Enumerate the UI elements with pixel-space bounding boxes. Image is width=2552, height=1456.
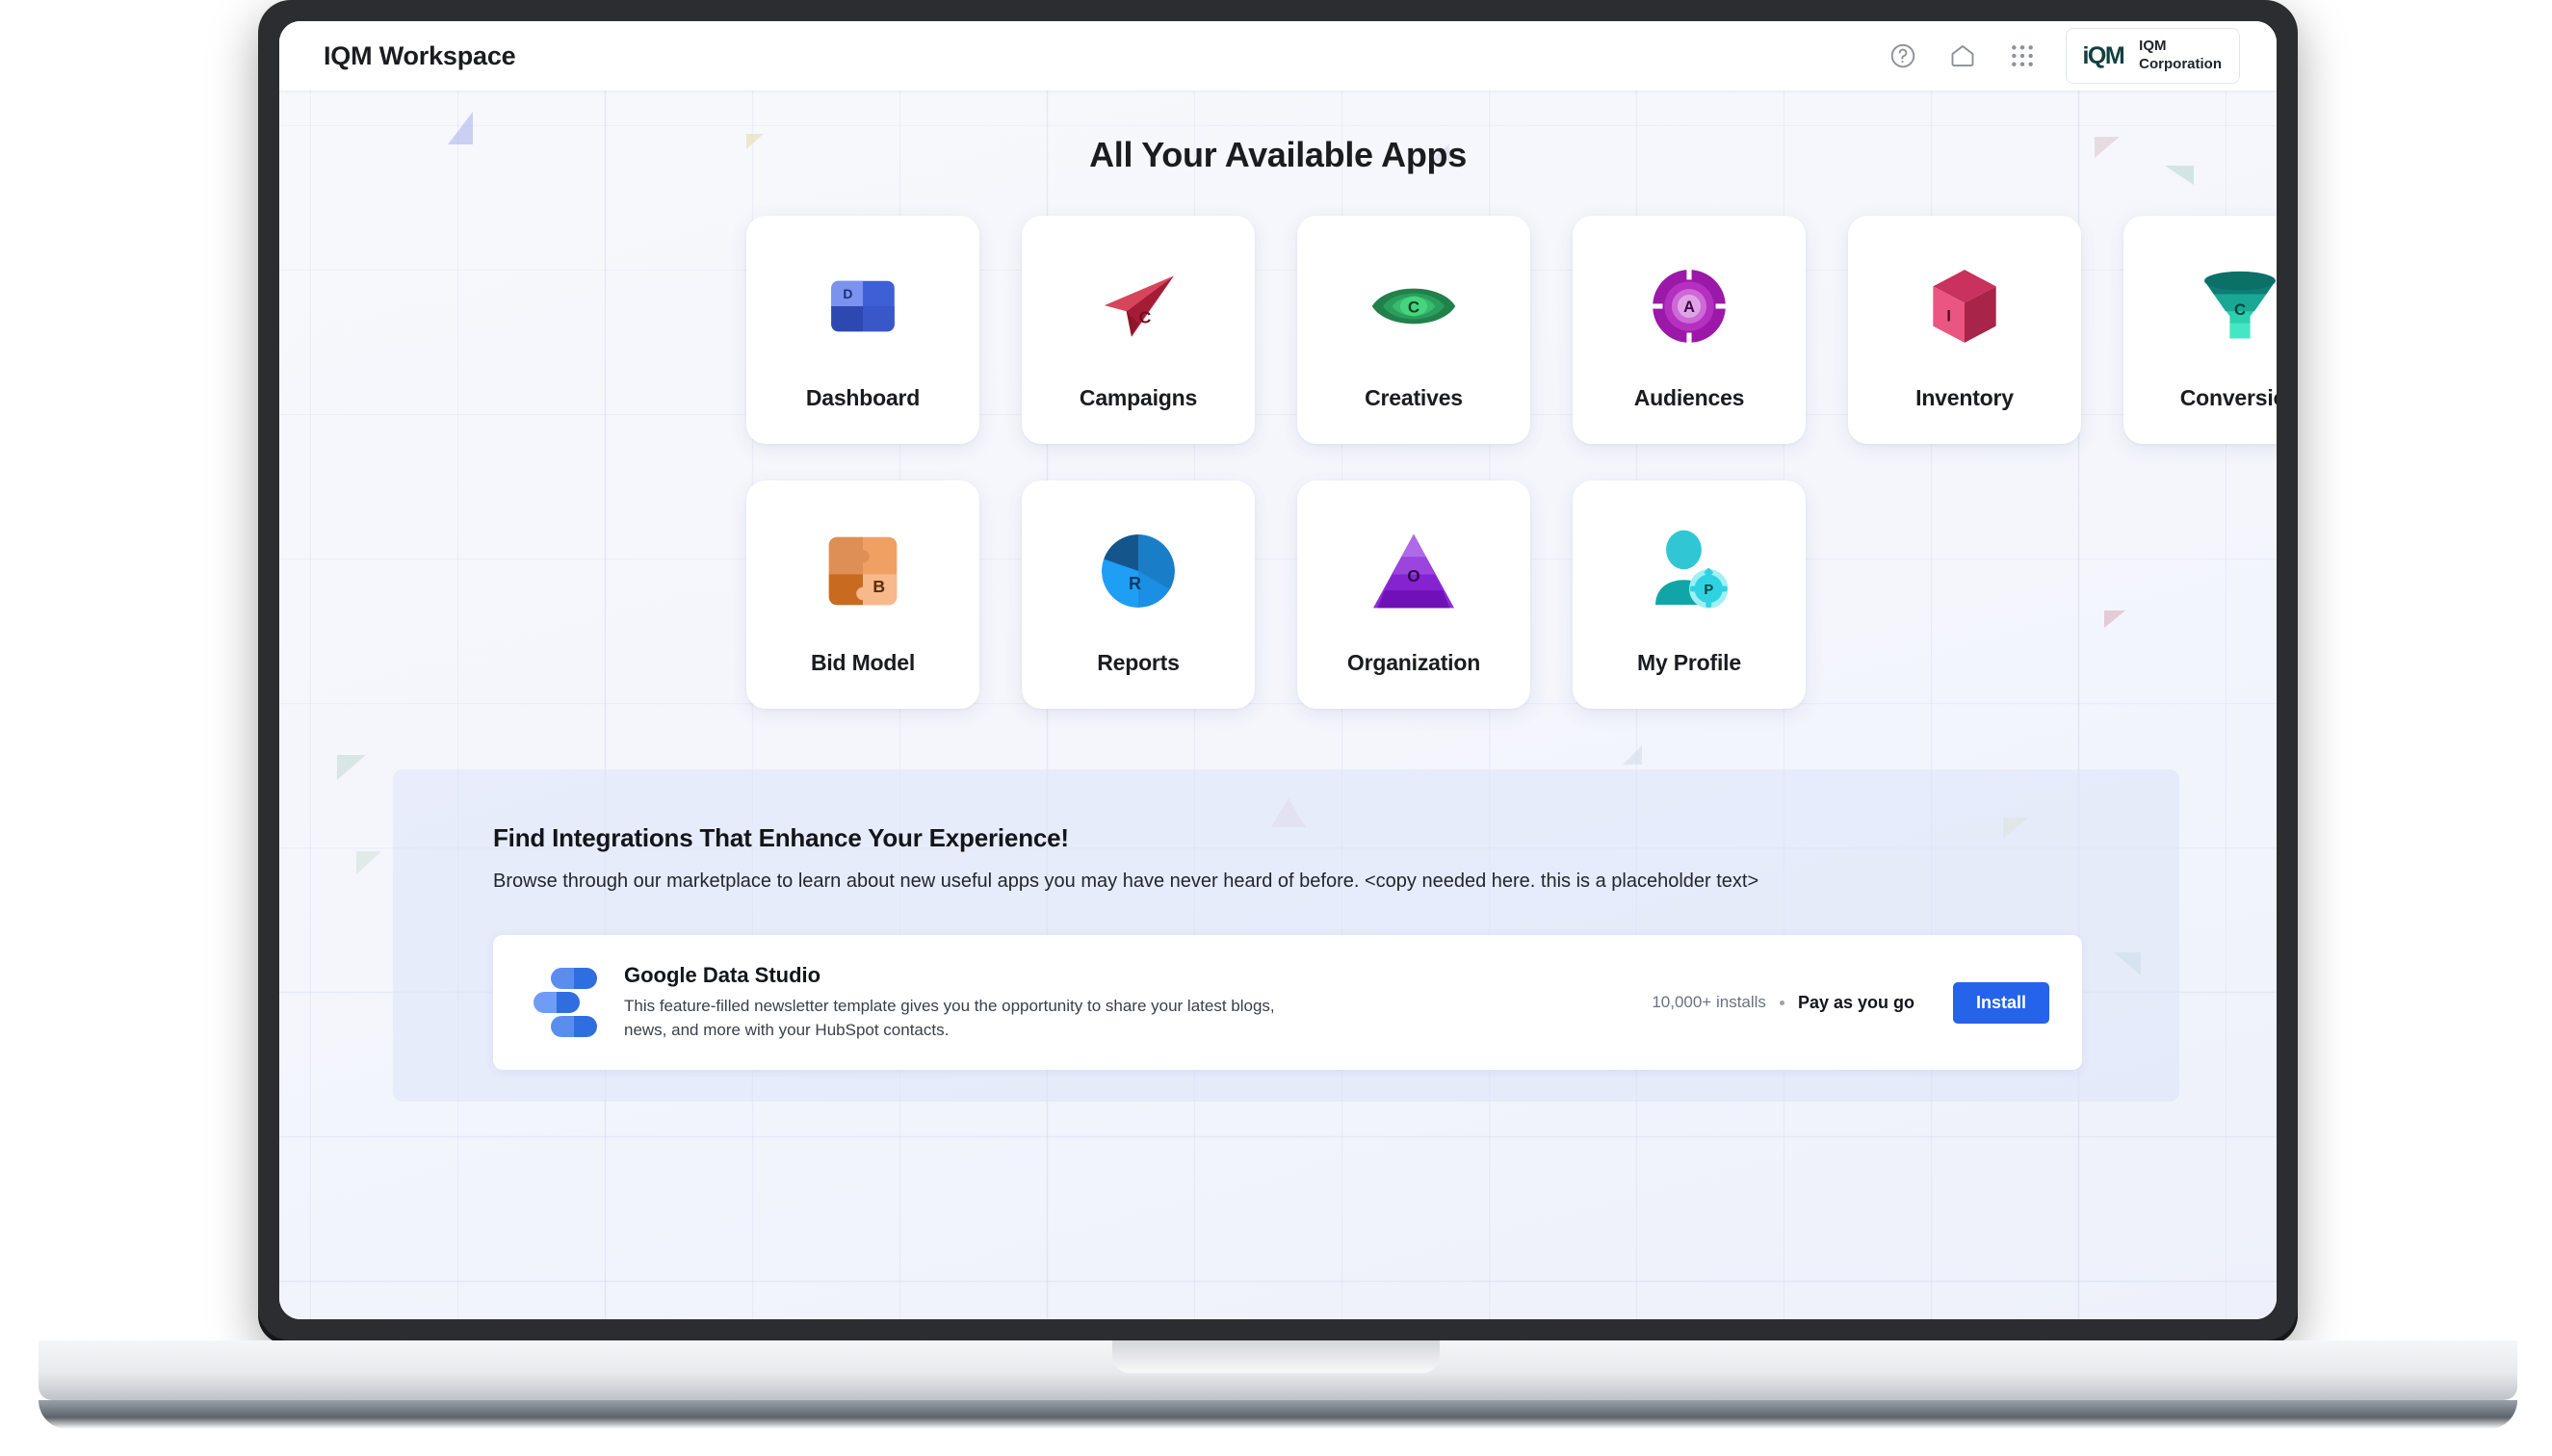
puzzle-piece-icon: B	[815, 523, 911, 619]
laptop-frame: IQM Workspace iQM IQM Corporation All Yo…	[258, 0, 2298, 1340]
app-label: Audiences	[1633, 385, 1745, 410]
pie-chart-icon: R	[1090, 523, 1186, 619]
funnel-icon: C	[2192, 258, 2277, 354]
header-actions: iQM IQM Corporation	[1887, 28, 2240, 84]
svg-text:A: A	[1683, 299, 1695, 316]
svg-text:C: C	[2234, 300, 2246, 319]
app-tile-reports[interactable]: R Reports	[1022, 481, 1255, 709]
page-title: IQM Workspace	[324, 40, 516, 70]
integrations-panel: Find Integrations That Enhance Your Expe…	[393, 769, 2179, 1102]
app-label: Reports	[1097, 650, 1180, 675]
org-name: IQM Corporation	[2139, 38, 2222, 74]
home-icon[interactable]	[1946, 39, 1979, 72]
integration-info: Google Data Studio This feature-filled n…	[624, 963, 1652, 1042]
app-label: Organization	[1346, 650, 1481, 675]
google-data-studio-logo	[534, 968, 599, 1037]
integration-name: Google Data Studio	[624, 962, 821, 987]
decor-triangle-icon	[1623, 745, 1642, 765]
app-label: Conversion	[2179, 385, 2277, 410]
svg-text:P: P	[1704, 583, 1713, 598]
laptop-screen: IQM Workspace iQM IQM Corporation All Yo…	[279, 21, 2277, 1319]
integrations-subtitle: Browse through our marketplace to learn …	[493, 871, 1759, 892]
org-name-line1: IQM	[2139, 38, 2167, 55]
integration-card[interactable]: Google Data Studio This feature-filled n…	[493, 935, 2082, 1070]
pricing-label: Pay as you go	[1797, 992, 1914, 1012]
app-label: Bid Model	[810, 650, 916, 675]
iqm-logo-icon: iQM	[2082, 41, 2124, 69]
dashboard-quadrant-icon: D	[815, 258, 911, 354]
app-tile-creatives[interactable]: C Creatives	[1297, 216, 1530, 444]
svg-text:R: R	[1129, 574, 1141, 593]
app-label: Creatives	[1365, 385, 1463, 410]
pyramid-icon: O	[1366, 523, 1462, 619]
org-switcher[interactable]: iQM IQM Corporation	[2066, 28, 2240, 84]
paper-plane-icon: C	[1090, 258, 1186, 354]
eye-icon: C	[1366, 258, 1462, 354]
main-canvas: All Your Available Apps D Dashboard C Ca…	[279, 91, 2277, 1319]
app-tile-audiences[interactable]: A Audiences	[1573, 216, 1806, 444]
install-count: 10,000+ installs	[1652, 993, 1766, 1011]
app-tile-conversion[interactable]: C Conversion	[2123, 216, 2277, 444]
cube-icon: I	[1916, 258, 2013, 354]
app-tile-my-profile[interactable]: P My Profile	[1573, 481, 1806, 709]
decor-triangle-icon	[337, 755, 366, 780]
app-tile-dashboard[interactable]: D Dashboard	[746, 216, 979, 444]
laptop-base-notch	[1112, 1340, 1440, 1373]
svg-text:I: I	[1946, 307, 1951, 325]
person-gear-icon: P	[1641, 523, 1737, 619]
app-tile-campaigns[interactable]: C Campaigns	[1022, 216, 1255, 444]
integration-meta: 10,000+ installs Pay as you go	[1652, 993, 1914, 1013]
help-icon[interactable]	[1887, 39, 1919, 72]
decor-triangle-icon	[356, 851, 381, 874]
install-button[interactable]: Install	[1952, 981, 2049, 1024]
apps-grid-icon[interactable]	[2006, 39, 2039, 72]
org-name-line2: Corporation	[2139, 56, 2222, 72]
svg-text:B: B	[872, 577, 885, 596]
svg-text:D: D	[843, 286, 852, 301]
app-label: Inventory	[1915, 385, 2014, 410]
svg-text:O: O	[1407, 566, 1419, 585]
app-tile-bid-model[interactable]: B Bid Model	[746, 481, 979, 709]
separator-dot-icon	[1779, 1000, 1784, 1005]
integrations-title: Find Integrations That Enhance Your Expe…	[493, 823, 1069, 852]
app-page: IQM Workspace iQM IQM Corporation All Yo…	[279, 21, 2277, 1319]
app-label: Dashboard	[805, 385, 921, 410]
app-label: My Profile	[1637, 650, 1741, 675]
svg-text:C: C	[1139, 308, 1152, 327]
target-circle-icon: A	[1641, 258, 1737, 354]
app-label: Campaigns	[1079, 385, 1198, 410]
laptop-base-shadow	[39, 1400, 2517, 1429]
app-grid: D Dashboard C Campaigns C Creatives A Au…	[746, 216, 2277, 709]
app-tile-inventory[interactable]: I Inventory	[1848, 216, 2081, 444]
apps-title: All Your Available Apps	[1089, 135, 1467, 174]
app-tile-organization[interactable]: O Organization	[1297, 481, 1530, 709]
app-header: IQM Workspace iQM IQM Corporation	[279, 21, 2277, 91]
integration-description: This feature-filled newsletter template …	[624, 996, 1275, 1039]
svg-text:C: C	[1408, 299, 1419, 317]
